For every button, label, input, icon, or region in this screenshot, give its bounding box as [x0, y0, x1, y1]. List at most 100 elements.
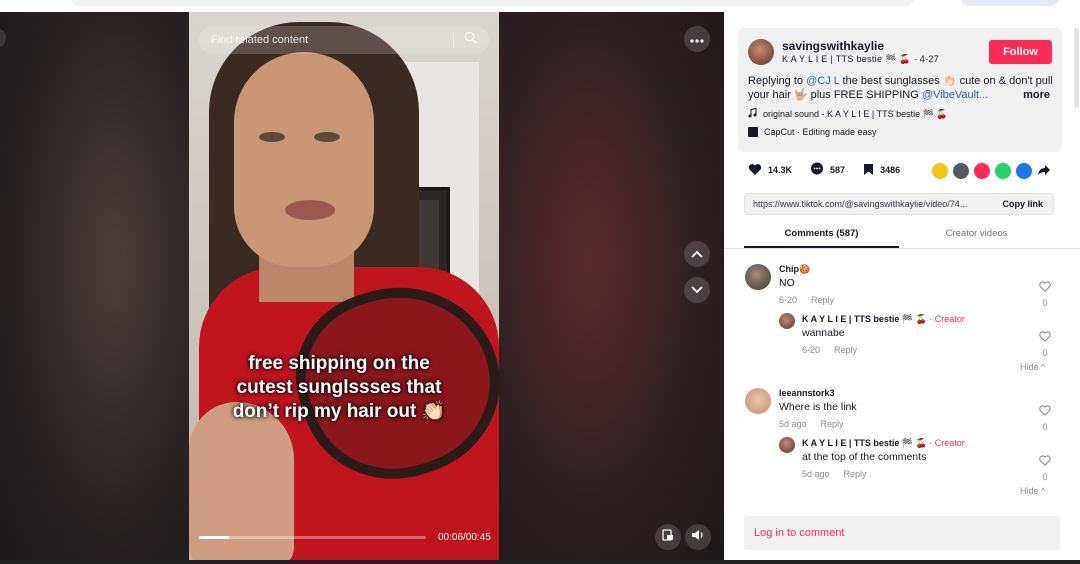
tab-comments[interactable]: Comments (587): [744, 224, 899, 248]
caption-line: free shipping on the: [248, 353, 430, 374]
sound-row[interactable]: original sound - K A Y L I E | TTS besti…: [748, 107, 948, 120]
reply-like-button[interactable]: 0: [1038, 453, 1052, 482]
previous-video-button[interactable]: [684, 241, 710, 267]
share-link-url[interactable]: https://www.tiktok.com/@savingswithkayli…: [753, 199, 992, 209]
reply-author[interactable]: K A Y L I E | TTS bestie 🏁 🍒 · Creator: [802, 438, 965, 449]
avatar[interactable]: [748, 39, 774, 65]
search-placeholder: Find related content: [211, 34, 309, 46]
caption-line: cutest sunglssses that: [236, 377, 442, 398]
more-options-button[interactable]: [684, 26, 710, 52]
comment-icon: [810, 162, 824, 178]
window-bottom-edge: [0, 560, 1080, 564]
reply-button[interactable]: Reply: [811, 295, 834, 305]
tabs-divider: [724, 248, 1080, 249]
search-icon[interactable]: [464, 31, 477, 49]
bookmark-icon: [863, 163, 874, 178]
comment-like-button[interactable]: 0: [1038, 403, 1052, 432]
reply-like-count: 0: [1042, 472, 1048, 482]
top-search-bar[interactable]: [70, 0, 915, 6]
comment-meta: 5d ago Reply: [779, 419, 844, 429]
sound-name: original sound - K A Y L I E | TTS besti…: [763, 108, 948, 119]
follow-button[interactable]: Follow: [989, 40, 1052, 64]
video-progress-fill: [199, 536, 230, 539]
more-button[interactable]: more: [1019, 88, 1050, 102]
post-description: Replying to @CJ L the best sunglasses 👏🏻…: [748, 74, 1054, 102]
video-person-eye: [259, 132, 285, 142]
heart-outline-icon: [1039, 455, 1051, 466]
share-arrow-icon[interactable]: [1037, 163, 1053, 179]
avatar[interactable]: [779, 437, 795, 453]
send-to-friends-icon[interactable]: [974, 163, 990, 179]
more-horizontal-icon: [690, 30, 704, 48]
hide-replies-button[interactable]: Hide ^: [1020, 486, 1045, 496]
comment-author[interactable]: Chip🍪: [779, 264, 810, 275]
comment-like-count: 0: [1042, 298, 1048, 308]
video-person-lips: [285, 200, 335, 220]
caption-line: don’t rip my hair out 👏🏻: [232, 401, 446, 422]
reply-meta: 6-20 Reply: [802, 345, 857, 355]
author-subline: K A Y L I E | TTS bestie 🏁 🍒 · 4-27: [782, 54, 939, 65]
repost-icon[interactable]: [932, 163, 948, 179]
blurred-background-left: [0, 12, 189, 564]
bookmark-button[interactable]: 3486: [863, 163, 900, 178]
comment-like-button[interactable]: 0: [1038, 279, 1052, 308]
heart-outline-icon: [1039, 405, 1051, 416]
chevron-up-icon: [691, 245, 703, 263]
reply-text: at the top of the comments: [802, 451, 927, 463]
heart-outline-icon: [1039, 331, 1051, 342]
share-link-box: https://www.tiktok.com/@savingswithkayli…: [744, 193, 1054, 215]
tag-link[interactable]: @VibeVault...: [922, 89, 988, 101]
mention-link[interactable]: @CJ L: [806, 75, 839, 87]
tab-creator-videos[interactable]: Creator videos: [899, 224, 1054, 248]
author-display-name: K A Y L I E | TTS bestie 🏁 🍒: [782, 54, 911, 64]
video-frame[interactable]: Find related content free shipping on th…: [189, 12, 499, 564]
details-panel: savingswithkaylie K A Y L I E | TTS best…: [724, 12, 1080, 564]
comment-author[interactable]: leeannstork3: [779, 388, 835, 398]
volume-icon: [691, 528, 705, 546]
reply-like-button[interactable]: 0: [1038, 329, 1052, 358]
avatar[interactable]: [745, 388, 771, 414]
comment-button[interactable]: 587: [810, 162, 845, 178]
login-to-comment-button[interactable]: Log in to comment: [744, 516, 1060, 550]
facebook-icon[interactable]: [1016, 163, 1032, 179]
panel-scrollbar[interactable]: [1074, 28, 1079, 108]
bookmark-count: 3486: [880, 165, 901, 175]
top-action-button[interactable]: [960, 0, 1060, 6]
post-date: · 4-27: [913, 54, 939, 64]
reply-button[interactable]: Reply: [844, 469, 867, 479]
line-share-icon[interactable]: [995, 163, 1011, 179]
video-time: 00:06/00:45: [438, 532, 491, 543]
engagement-stats: 14.3K 587 3486: [748, 162, 918, 178]
comment-meta: 6-20 Reply: [779, 295, 834, 305]
avatar[interactable]: [745, 264, 771, 290]
volume-button[interactable]: [685, 524, 711, 550]
next-video-button[interactable]: [684, 277, 710, 303]
embed-icon[interactable]: [953, 163, 969, 179]
avatar[interactable]: [779, 313, 795, 329]
video-player-area: Find related content free shipping on th…: [0, 12, 724, 564]
capcut-row[interactable]: CapCut · Editing made easy: [748, 127, 877, 137]
pip-icon: [662, 528, 674, 546]
reply-text: wannabe: [802, 327, 845, 339]
related-content-search[interactable]: Find related content: [199, 26, 489, 54]
video-person-eye: [314, 132, 340, 142]
author-username[interactable]: savingswithkaylie: [782, 39, 884, 53]
capcut-label: CapCut · Editing made easy: [764, 127, 877, 137]
reply-button[interactable]: Reply: [834, 345, 857, 355]
reply-like-count: 0: [1042, 348, 1048, 358]
hide-replies-button[interactable]: Hide ^: [1020, 362, 1045, 372]
creator-badge: · Creator: [926, 314, 965, 324]
reply-author-name: K A Y L I E | TTS bestie 🏁 🍒: [802, 438, 927, 448]
video-person-hand: [189, 402, 294, 564]
reply-date: 5d ago: [802, 469, 830, 479]
desc-prefix: Replying to: [748, 75, 807, 87]
video-progress-bar[interactable]: [199, 536, 426, 539]
reply-author[interactable]: K A Y L I E | TTS bestie 🏁 🍒 · Creator: [802, 314, 965, 325]
copy-link-button[interactable]: Copy link: [992, 199, 1053, 209]
post-info-card: savingswithkaylie K A Y L I E | TTS best…: [738, 28, 1062, 152]
like-button[interactable]: 14.3K: [748, 163, 792, 178]
picture-in-picture-button[interactable]: [655, 524, 681, 550]
heart-icon: [748, 163, 762, 178]
capcut-icon: [748, 127, 758, 137]
reply-button[interactable]: Reply: [821, 419, 844, 429]
